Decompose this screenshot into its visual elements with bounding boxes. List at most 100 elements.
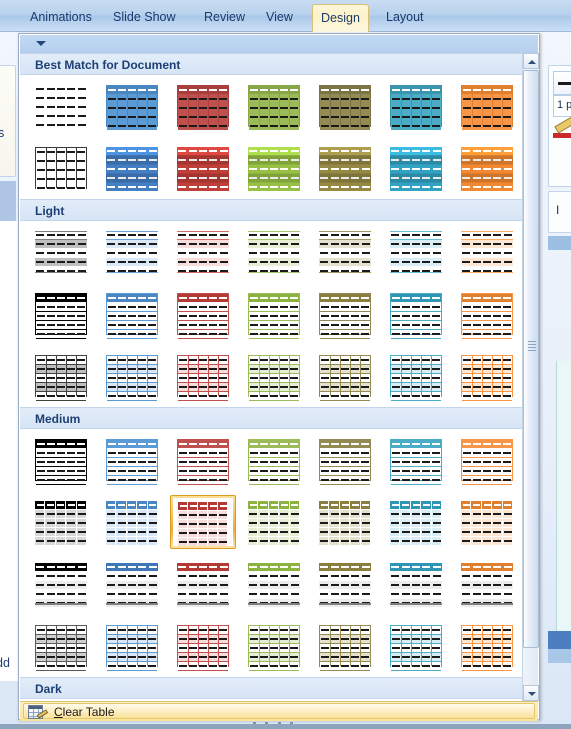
table-style-thumbnail	[30, 435, 92, 485]
tab-layout[interactable]: Layout	[378, 5, 432, 31]
table-style-light-none-3[interactable]	[28, 349, 94, 403]
pen-color-icon[interactable]	[553, 116, 571, 141]
left-clipped-tab-text: s	[0, 126, 5, 140]
table-style-med-orange-1[interactable]	[454, 433, 520, 487]
table-style-light-teal-1[interactable]	[383, 225, 449, 279]
table-style-thumbnail	[30, 497, 92, 547]
table-style-med-green-4[interactable]	[241, 619, 307, 673]
table-style-light-red-2[interactable]	[170, 287, 236, 341]
table-style-med-blue-3[interactable]	[99, 557, 165, 611]
table-style-blue-gridded[interactable]	[99, 79, 165, 133]
table-style-med-blue-1[interactable]	[99, 433, 165, 487]
table-style-med-none-4[interactable]	[28, 619, 94, 673]
table-style-green-gridded[interactable]	[241, 79, 307, 133]
table-style-thumbnail	[456, 81, 518, 131]
table-style-light-orange-2[interactable]	[454, 287, 520, 341]
table-style-med-olive-4[interactable]	[312, 619, 378, 673]
table-style-light-blue-3[interactable]	[99, 349, 165, 403]
tab-view[interactable]: View	[258, 5, 301, 31]
table-style-light-olive-3[interactable]	[312, 349, 378, 403]
table-style-med-orange-3[interactable]	[454, 557, 520, 611]
table-style-thumbnail	[385, 497, 448, 547]
table-style-light-red-1[interactable]	[170, 225, 236, 279]
table-style-thumbnail	[30, 559, 92, 609]
gallery-header-bar[interactable]	[20, 35, 538, 54]
table-style-med-blue-2[interactable]	[99, 495, 165, 549]
table-style-med-olive-3[interactable]	[312, 557, 378, 611]
table-style-med-red-2[interactable]	[170, 495, 237, 549]
table-style-teal-gridded[interactable]	[383, 79, 449, 133]
gallery-row	[20, 429, 525, 491]
scroll-down-arrow-icon[interactable]	[523, 685, 539, 701]
table-style-med-teal-3[interactable]	[383, 557, 449, 611]
gallery-scrollbar[interactable]	[522, 53, 539, 701]
table-style-none-banded[interactable]	[28, 141, 94, 195]
table-style-med-red-3[interactable]	[170, 557, 236, 611]
text-ibeam-icon: I	[556, 203, 560, 217]
table-style-thumbnail	[385, 81, 447, 131]
clear-table-menu-item[interactable]: Clear Table	[23, 703, 535, 719]
table-style-thumbnail	[101, 227, 163, 277]
table-style-med-teal-1[interactable]	[383, 433, 449, 487]
table-style-olive-gridded[interactable]	[312, 79, 378, 133]
table-style-light-orange-3[interactable]	[454, 349, 520, 403]
table-style-green-banded[interactable]	[241, 141, 307, 195]
table-style-red-gridded[interactable]	[170, 79, 236, 133]
table-style-thumbnail	[314, 621, 376, 671]
table-style-med-none-3[interactable]	[28, 557, 94, 611]
table-style-light-orange-1[interactable]	[454, 225, 520, 279]
table-style-med-olive-1[interactable]	[312, 433, 378, 487]
table-styles-gallery: Best Match for Document Light Medium Dark C…	[18, 33, 540, 721]
table-style-med-teal-2[interactable]	[383, 495, 449, 549]
table-style-light-blue-2[interactable]	[99, 287, 165, 341]
table-style-light-blue-1[interactable]	[99, 225, 165, 279]
table-style-med-none-2[interactable]	[28, 495, 94, 549]
tab-animations[interactable]: Animations	[22, 5, 100, 31]
tab-design[interactable]: Design	[312, 4, 369, 32]
table-style-light-green-2[interactable]	[241, 287, 307, 341]
table-style-thumbnail	[314, 435, 376, 485]
table-style-thumbnail	[243, 289, 305, 339]
table-style-med-none-1[interactable]	[28, 433, 94, 487]
right-blue-divider	[548, 236, 571, 250]
table-style-med-green-2[interactable]	[241, 495, 307, 549]
pen-weight-input[interactable]: 1 p	[553, 95, 571, 117]
gallery-row	[20, 221, 525, 283]
table-style-light-olive-2[interactable]	[312, 287, 378, 341]
table-style-red-banded[interactable]	[170, 141, 236, 195]
table-style-med-olive-2[interactable]	[312, 495, 378, 549]
table-style-light-none-2[interactable]	[28, 287, 94, 341]
table-style-blue-banded[interactable]	[99, 141, 165, 195]
table-style-light-red-3[interactable]	[170, 349, 236, 403]
scroll-up-arrow-icon[interactable]	[523, 53, 539, 69]
table-style-light-green-1[interactable]	[241, 225, 307, 279]
gallery-section-header: Medium	[20, 407, 525, 429]
table-style-light-teal-2[interactable]	[383, 287, 449, 341]
chevron-down-icon[interactable]	[36, 41, 46, 46]
table-style-light-teal-3[interactable]	[383, 349, 449, 403]
table-style-light-none-1[interactable]	[28, 225, 94, 279]
table-style-med-red-4[interactable]	[170, 619, 236, 673]
table-style-med-orange-4[interactable]	[454, 619, 520, 673]
table-style-orange-gridded[interactable]	[454, 79, 520, 133]
table-style-med-orange-2[interactable]	[454, 495, 520, 549]
table-style-med-green-3[interactable]	[241, 557, 307, 611]
table-style-thumbnail	[385, 227, 447, 277]
tab-review[interactable]: Review	[196, 5, 253, 31]
table-style-med-green-1[interactable]	[241, 433, 307, 487]
ribbon-tab-bar: Animations Slide Show Review View Design…	[0, 0, 571, 32]
tab-slide-show[interactable]: Slide Show	[105, 5, 184, 31]
table-style-light-olive-1[interactable]	[312, 225, 378, 279]
table-style-med-teal-4[interactable]	[383, 619, 449, 673]
table-style-thumbnail	[456, 351, 518, 401]
table-style-none-style[interactable]	[28, 79, 94, 133]
scrollbar-thumb[interactable]	[523, 70, 539, 648]
table-style-orange-banded[interactable]	[454, 141, 520, 195]
gallery-section-header: Best Match for Document	[20, 53, 525, 75]
pen-style-dropdown[interactable]	[553, 71, 571, 95]
table-style-med-blue-4[interactable]	[99, 619, 165, 673]
table-style-med-red-1[interactable]	[170, 433, 236, 487]
table-style-olive-banded[interactable]	[312, 141, 378, 195]
table-style-teal-banded[interactable]	[383, 141, 449, 195]
table-style-light-green-3[interactable]	[241, 349, 307, 403]
